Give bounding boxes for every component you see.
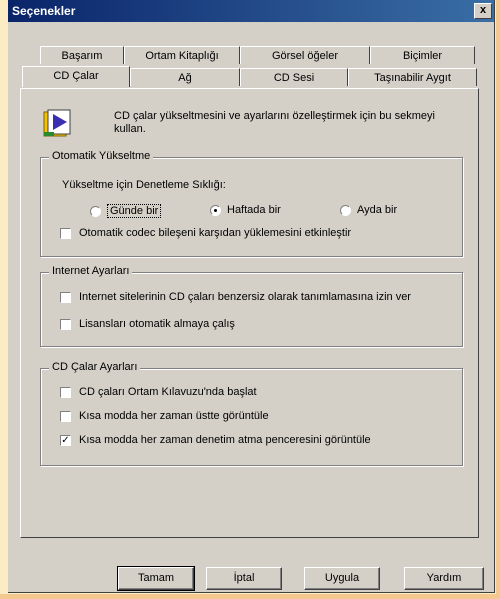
- start-in-media-guide-label: CD çaları Ortam Kılavuzu'nda başlat: [79, 386, 257, 398]
- window-title: Seçenekler: [12, 4, 76, 18]
- cancel-button[interactable]: İptal: [206, 567, 282, 590]
- radio-weekly-circle[interactable]: [210, 204, 221, 216]
- radio-weekly[interactable]: Haftada bir: [210, 204, 281, 216]
- apply-button[interactable]: Uygula: [304, 567, 380, 590]
- close-button[interactable]: x: [474, 3, 492, 19]
- compact-always-on-top-label: Kısa modda her zaman üstte görüntüle: [79, 410, 269, 422]
- cd-player-play-icon: [43, 109, 71, 137]
- tab-visual-elements[interactable]: Görsel öğeler: [240, 46, 370, 64]
- radio-monthly[interactable]: Ayda bir: [340, 204, 397, 216]
- internet-unique-id-checkbox[interactable]: [60, 291, 71, 303]
- background-frame-bottom: [0, 594, 500, 599]
- radio-monthly-label: Ayda bir: [357, 204, 398, 216]
- codec-download-checkbox[interactable]: [60, 227, 71, 239]
- internet-settings-title: Internet Ayarları: [49, 265, 133, 277]
- title-bar[interactable]: Seçenekler x: [8, 0, 494, 22]
- codec-download-checkbox-row[interactable]: Otomatik codec bileşeni karşıdan yükleme…: [60, 227, 351, 239]
- radio-monthly-circle[interactable]: [340, 204, 351, 216]
- tab-media-library[interactable]: Ortam Kitaplığı: [124, 46, 240, 64]
- tab-cd-audio[interactable]: CD Sesi: [240, 68, 348, 86]
- radio-daily-label: Günde bir: [107, 204, 162, 218]
- ok-button[interactable]: Tamam: [117, 566, 195, 591]
- intro-text: CD çalar yükseltmesini ve ayarlarını öze…: [114, 110, 435, 135]
- auto-license-checkbox[interactable]: [60, 318, 71, 330]
- auto-upgrade-title: Otomatik Yükseltme: [49, 150, 154, 162]
- compact-always-on-top-row[interactable]: Kısa modda her zaman üstte görüntüle: [60, 410, 269, 422]
- internet-unique-id-row[interactable]: Internet sitelerinin CD çaları benzersiz…: [60, 291, 411, 303]
- help-button[interactable]: Yardım: [404, 567, 484, 590]
- tab-performance[interactable]: Başarım: [40, 46, 124, 64]
- radio-daily-circle[interactable]: [90, 205, 101, 217]
- upgrade-frequency-label-text: Yükseltme için Denetleme Sıklığı:: [62, 179, 226, 191]
- tab-cd-player[interactable]: CD Çalar: [22, 66, 130, 87]
- start-in-media-guide-row[interactable]: CD çaları Ortam Kılavuzu'nda başlat: [60, 386, 257, 398]
- radio-weekly-label: Haftada bir: [227, 204, 281, 216]
- compact-always-on-top-checkbox[interactable]: [60, 410, 71, 422]
- start-in-media-guide-checkbox[interactable]: [60, 386, 71, 398]
- internet-settings-group: Internet Ayarları: [40, 265, 463, 347]
- tab-network[interactable]: Ağ: [130, 68, 240, 86]
- cd-player-settings-title: CD Çalar Ayarları: [49, 361, 141, 373]
- upgrade-frequency-label: Yükseltme için Denetleme Sıklığı:: [62, 179, 226, 191]
- tab-formats[interactable]: Biçimler: [370, 46, 475, 64]
- radio-daily[interactable]: Günde bir: [90, 204, 162, 218]
- tab-portable-device[interactable]: Taşınabilir Aygıt: [348, 68, 477, 86]
- compact-eject-window-label: Kısa modda her zaman denetim atma pencer…: [79, 434, 371, 446]
- background-frame-right: [496, 0, 500, 599]
- auto-license-row[interactable]: Lisansları otomatik almaya çalış: [60, 318, 235, 330]
- internet-unique-id-label: Internet sitelerinin CD çaları benzersiz…: [79, 291, 411, 303]
- compact-eject-window-row[interactable]: ✓ Kısa modda her zaman denetim atma penc…: [60, 434, 371, 446]
- compact-eject-window-checkbox[interactable]: ✓: [60, 434, 71, 446]
- auto-license-label: Lisansları otomatik almaya çalış: [79, 318, 235, 330]
- codec-download-label: Otomatik codec bileşeni karşıdan yükleme…: [79, 227, 352, 239]
